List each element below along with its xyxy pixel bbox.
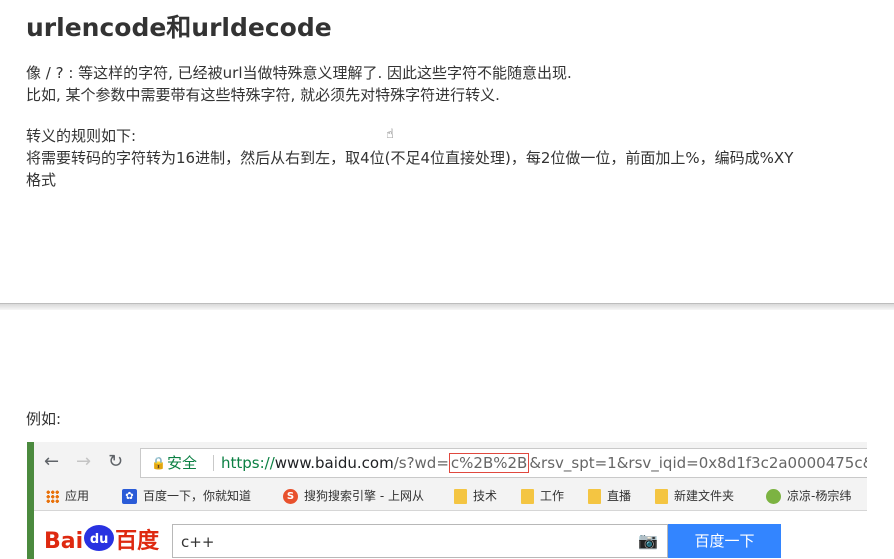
sogou-icon: S	[283, 489, 298, 504]
bookmark-baidu[interactable]: ✿ 百度一下，你就知道	[122, 482, 251, 510]
browser-window: ← → ↻ 🔒 安全 https://www.baidu.com/s?wd= c%…	[27, 442, 867, 559]
bookmark-apps[interactable]: 应用	[46, 482, 89, 510]
intro-line-1: 像 / ? : 等这样的字符, 已经被url当做特殊意义理解了. 因此这些字符不…	[26, 64, 572, 82]
bookmark-label: 新建文件夹	[674, 489, 735, 503]
bookmark-label: 直播	[607, 489, 632, 503]
bookmark-label: 凉凉-杨宗纬	[787, 489, 852, 503]
folder-icon	[454, 489, 467, 504]
url-path: /s?wd=	[393, 454, 449, 472]
forward-arrow-icon[interactable]: →	[76, 451, 91, 472]
logo-text-left: Bai	[44, 529, 84, 554]
lock-icon: 🔒	[151, 456, 166, 470]
search-button[interactable]: 百度一下	[668, 524, 781, 558]
baidu-paw-logo-icon: du	[84, 525, 115, 551]
bookmark-label: 百度一下，你就知道	[143, 489, 252, 503]
baidu-logo[interactable]: Bai du 百度	[44, 523, 159, 555]
bookmark-label: 技术	[473, 489, 498, 503]
bookmarks-bar: 应用 ✿ 百度一下，你就知道 S 搜狗搜索引擎 - 上网从 技术 工作 直播 新建文…	[34, 482, 867, 511]
bookmark-sogou[interactable]: S 搜狗搜索引擎 - 上网从	[283, 482, 424, 510]
bookmark-label: 搜狗搜索引擎 - 上网从	[304, 489, 424, 503]
url-highlight: c%2B%2B	[448, 453, 530, 473]
baidu-paw-icon: ✿	[122, 489, 137, 504]
folder-icon	[655, 489, 668, 504]
camera-icon[interactable]: 📷	[638, 531, 658, 550]
bookmark-label: 工作	[540, 489, 565, 503]
folder-icon	[588, 489, 601, 504]
search-input[interactable]: c++	[172, 524, 668, 558]
apps-grid-icon	[46, 490, 59, 503]
hand-cursor-icon: ☝	[386, 127, 394, 142]
section-divider	[0, 303, 894, 310]
url-host: www.baidu.com	[274, 454, 394, 472]
bookmark-song[interactable]: 凉凉-杨宗纬	[766, 482, 851, 510]
address-toolbar: ← → ↻ 🔒 安全 https://www.baidu.com/s?wd= c%…	[34, 442, 867, 482]
baidu-search-header: Bai du 百度 c++ 📷 百度一下	[34, 511, 867, 559]
url-scheme: https://	[221, 454, 275, 472]
bookmark-folder-live[interactable]: 直播	[588, 482, 631, 510]
address-separator	[213, 455, 214, 471]
melon-icon	[766, 489, 781, 504]
address-bar[interactable]: 🔒 安全 https://www.baidu.com/s?wd= c%2B%2B &…	[140, 448, 867, 478]
bookmark-label: 应用	[65, 489, 90, 503]
secure-label: 安全	[167, 454, 198, 472]
example-label: 例如:	[26, 410, 62, 428]
logo-text-right: 百度	[115, 529, 160, 554]
reload-icon[interactable]: ↻	[108, 451, 123, 472]
bookmark-folder-work[interactable]: 工作	[521, 482, 564, 510]
intro-paragraph: 像 / ? : 等这样的字符, 已经被url当做特殊意义理解了. 因此这些字符不…	[26, 62, 572, 106]
url-text: https://www.baidu.com/s?wd= c%2B%2B &rsv_s…	[221, 449, 867, 477]
rules-paragraph: 转义的规则如下: 将需要转码的字符转为16进制，然后从右到左，取4位(不足4位直…	[26, 125, 793, 191]
rules-line-end: 格式	[26, 171, 57, 189]
rules-line: 将需要转码的字符转为16进制，然后从右到左，取4位(不足4位直接处理)，每2位做…	[26, 149, 794, 167]
intro-line-2: 比如, 某个参数中需要带有这些特殊字符, 就必须先对特殊字符进行转义.	[26, 86, 500, 104]
rules-heading: 转义的规则如下:	[26, 127, 137, 145]
bookmark-folder-tech[interactable]: 技术	[454, 482, 497, 510]
back-arrow-icon[interactable]: ←	[44, 451, 59, 472]
bookmark-folder-new[interactable]: 新建文件夹	[655, 482, 734, 510]
folder-icon	[521, 489, 534, 504]
url-rest: &rsv_spt=1&rsv_iqid=0x8d1f3c2a0000475c&	[529, 454, 867, 472]
page-title: urlencode和urldecode	[26, 13, 332, 42]
